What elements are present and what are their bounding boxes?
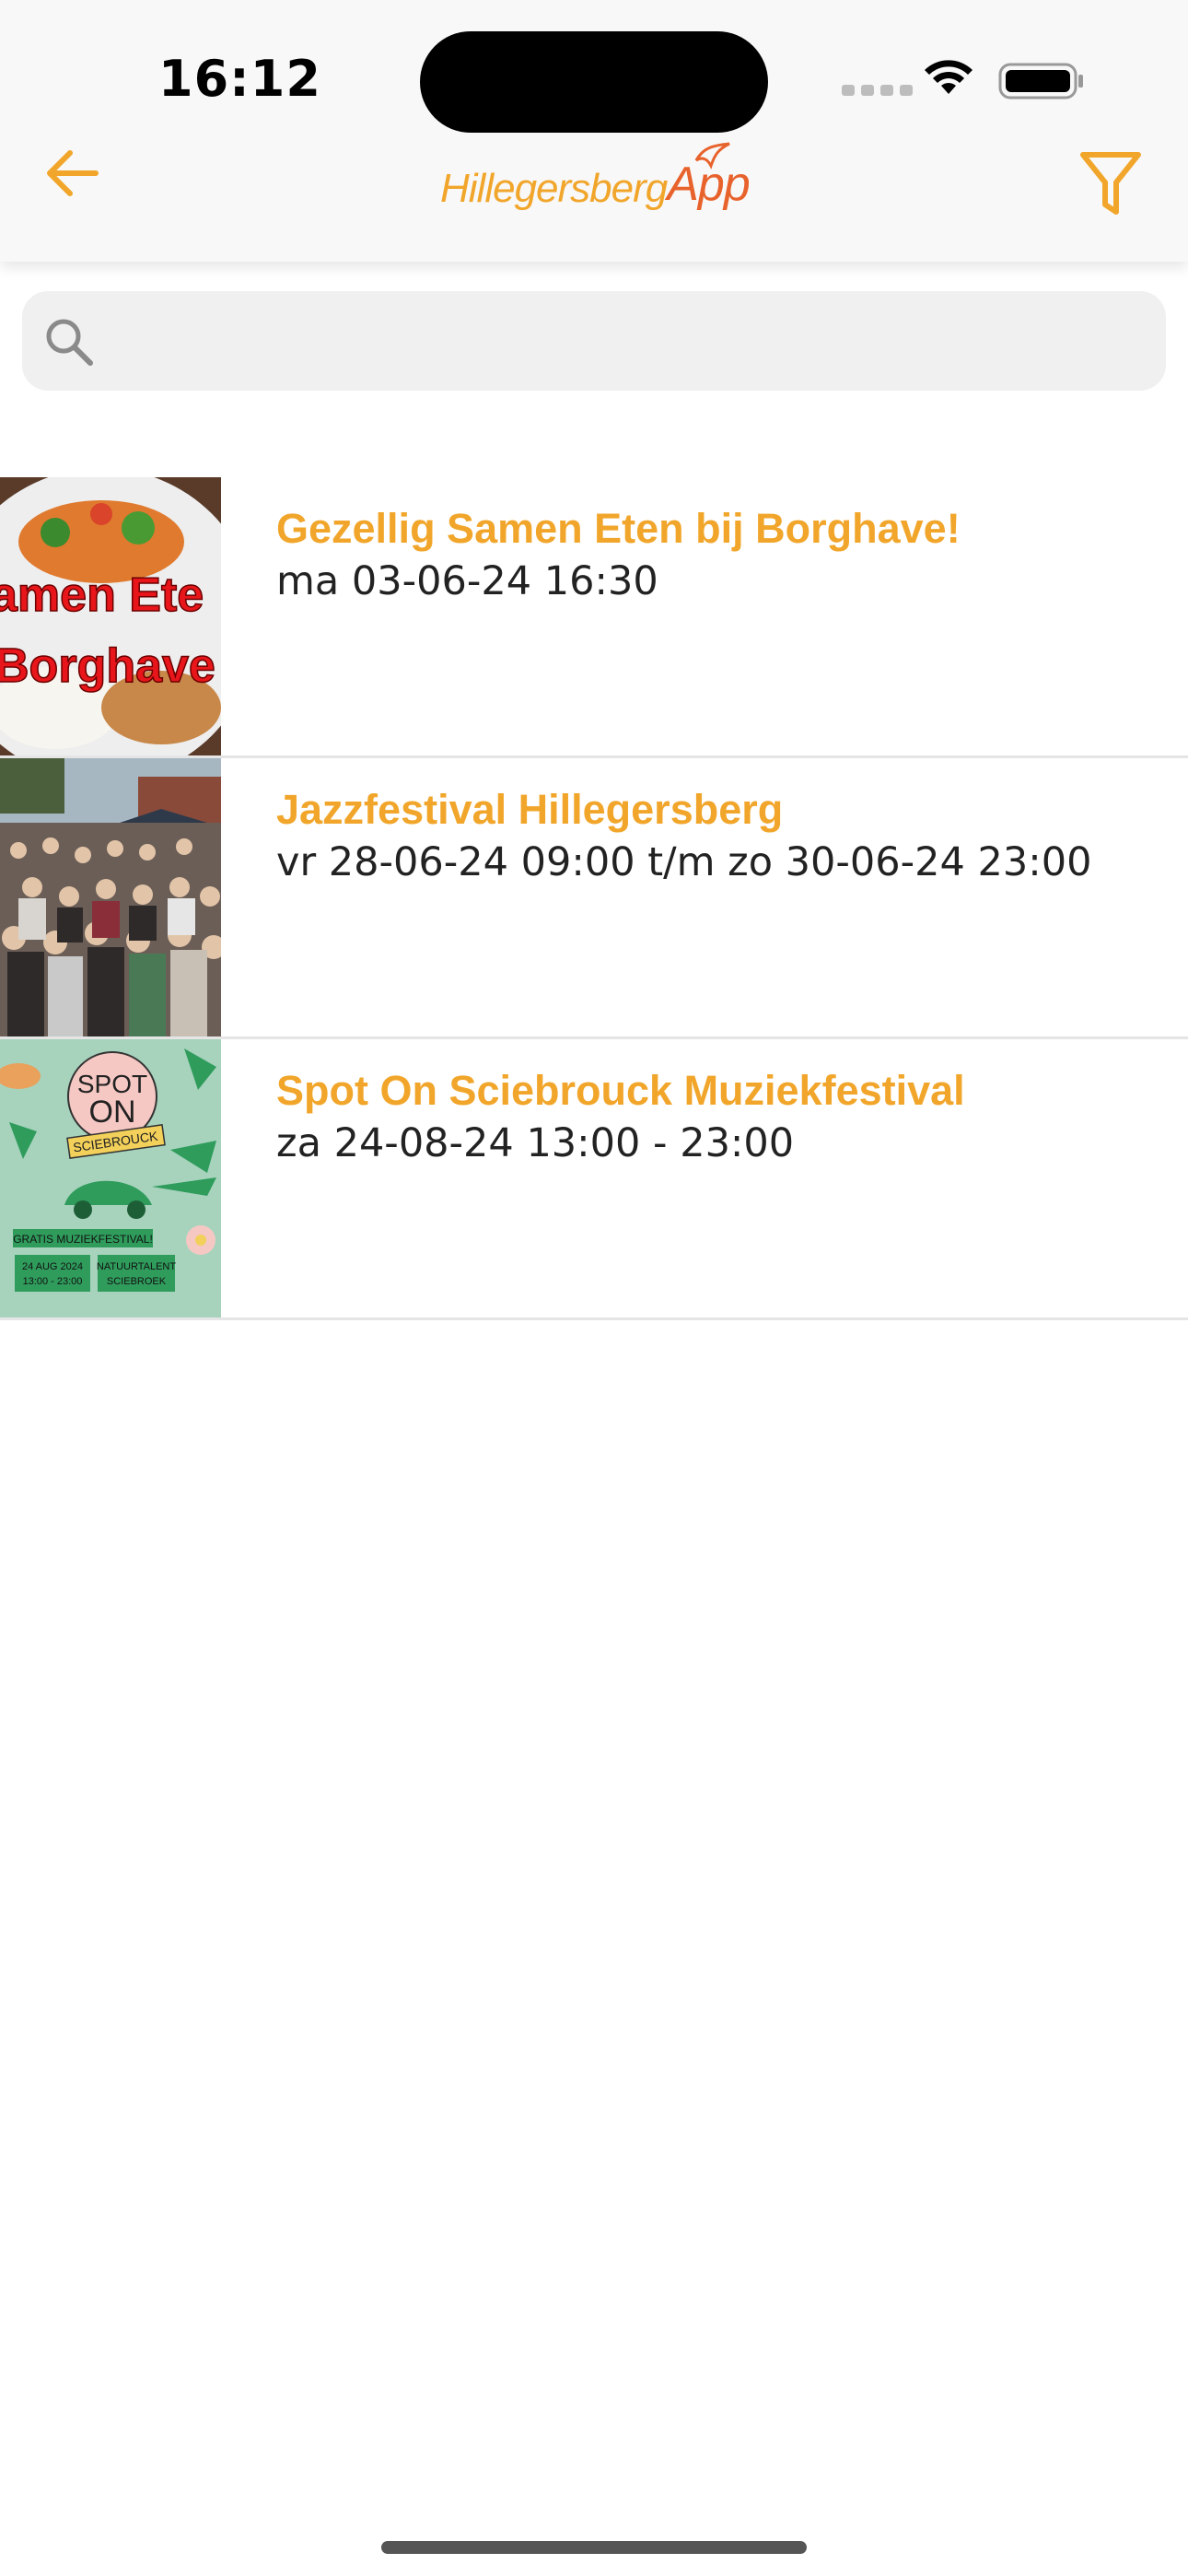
poster-venue-text-2: SCIEBROEK [107, 1276, 167, 1287]
food-plate-image: amen Ete Borghave [0, 477, 221, 755]
home-indicator[interactable] [381, 2541, 807, 2554]
poster-line1: GRATIS MUZIEKFESTIVAL! [13, 1233, 153, 1246]
status-time: 16:12 [158, 50, 321, 108]
search-bar[interactable] [22, 291, 1166, 392]
thumb-caption-2: Borghave [0, 639, 215, 693]
battery-icon [998, 63, 1083, 100]
event-date: vr 28-06-24 09:00 t/m zo 30-06-24 23:00 [276, 839, 1092, 885]
event-row-samen-eten[interactable]: amen Ete Borghave Gezellig Samen Eten bi… [0, 477, 1188, 758]
event-thumbnail-poster: SPOT ON SCIEBROUCK GRATIS MUZIEKFESTIVAL… [0, 1039, 221, 1317]
event-list: amen Ete Borghave Gezellig Samen Eten bi… [0, 477, 1188, 1320]
poster-date-text: 24 AUG 2024 [22, 1261, 83, 1272]
event-thumbnail-food: amen Ete Borghave [0, 477, 221, 755]
event-title: Jazzfestival Hillegersberg [276, 786, 784, 833]
back-arrow-icon[interactable] [42, 144, 101, 203]
search-icon [46, 319, 93, 366]
poster-on-text: ON [89, 1095, 136, 1130]
logo-text-hillegersberg: Hillegersberg [440, 166, 668, 211]
wifi-icon [925, 60, 973, 94]
event-title: Spot On Sciebrouck Muziekfestival [276, 1067, 965, 1114]
filter-icon[interactable] [1079, 149, 1142, 217]
cellular-signal-icon [842, 85, 913, 96]
festival-poster-image: SPOT ON SCIEBROUCK GRATIS MUZIEKFESTIVAL… [0, 1039, 221, 1317]
event-date: ma 03-06-24 16:30 [276, 558, 658, 604]
event-row-spot-on[interactable]: SPOT ON SCIEBROUCK GRATIS MUZIEKFESTIVAL… [0, 1039, 1188, 1320]
logo-bird-icon [694, 142, 730, 170]
event-row-jazzfestival[interactable]: Jazzfestival Hillegersberg vr 28-06-24 0… [0, 758, 1188, 1039]
dynamic-island [420, 31, 768, 133]
thumb-caption-1: amen Ete [0, 568, 204, 622]
search-input[interactable] [114, 291, 1149, 392]
poster-venue-text-1: NATUURTALENT [97, 1261, 176, 1272]
poster-time-text: 13:00 - 23:00 [23, 1276, 83, 1287]
crowd-photo-image [0, 758, 221, 1036]
event-date: za 24-08-24 13:00 - 23:00 [276, 1120, 795, 1166]
app-logo: Hillegersberg App [440, 138, 753, 212]
event-thumbnail-crowd [0, 758, 221, 1036]
event-title: Gezellig Samen Eten bij Borghave! [276, 505, 961, 552]
app-header: 16:12 Hillegersberg App [0, 0, 1188, 262]
